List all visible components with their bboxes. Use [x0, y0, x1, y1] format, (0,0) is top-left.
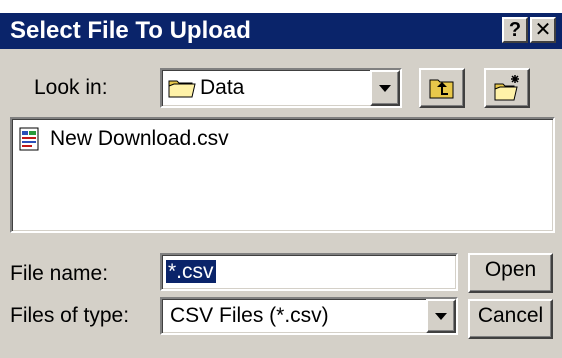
- file-type-label-text: Files of type:: [10, 304, 130, 327]
- file-name-input[interactable]: *.csv: [160, 253, 458, 291]
- file-name-value: *.csv: [165, 258, 217, 286]
- help-button[interactable]: ?: [502, 17, 528, 43]
- look-in-label: Look in:: [34, 75, 108, 101]
- up-one-level-icon: [429, 76, 455, 105]
- cancel-button[interactable]: Cancel: [468, 299, 553, 339]
- file-list[interactable]: New Download.csv: [10, 117, 555, 233]
- look-in-combo[interactable]: Data: [160, 68, 402, 108]
- title-bar[interactable]: Select File To Upload ? ✕: [0, 13, 562, 49]
- file-type-dropdown-button[interactable]: [426, 299, 456, 333]
- file-type-label: Files of type:: [10, 303, 129, 329]
- help-icon: ?: [508, 19, 522, 41]
- file-name-label-text: File name:: [10, 262, 109, 285]
- file-type-value: CSV Files (*.csv): [170, 304, 329, 327]
- file-name-selection: *.csv: [165, 259, 217, 284]
- file-name-label: File name:: [10, 261, 108, 287]
- close-button[interactable]: ✕: [530, 17, 556, 43]
- file-upload-dialog: Select File To Upload ? ✕ Look in: Data: [0, 13, 562, 358]
- file-name: New Download.csv: [50, 127, 229, 150]
- chevron-down-icon: [435, 313, 447, 320]
- look-in-label-text: Look in:: [34, 76, 108, 99]
- new-folder-icon: [494, 74, 522, 107]
- look-in-value: Data: [200, 76, 245, 99]
- chevron-down-icon: [379, 85, 391, 92]
- file-type-combo[interactable]: CSV Files (*.csv): [160, 297, 458, 335]
- close-icon: ✕: [534, 19, 552, 41]
- dialog-title: Select File To Upload: [10, 17, 251, 44]
- cancel-button-label: Cancel: [477, 304, 544, 327]
- open-button[interactable]: Open: [468, 253, 553, 293]
- up-one-level-button[interactable]: [419, 68, 465, 108]
- new-folder-button[interactable]: [484, 68, 530, 108]
- folder-icon: [168, 77, 196, 104]
- csv-file-icon: [18, 127, 42, 156]
- look-in-dropdown-button[interactable]: [370, 70, 400, 106]
- open-button-label: Open: [484, 258, 537, 281]
